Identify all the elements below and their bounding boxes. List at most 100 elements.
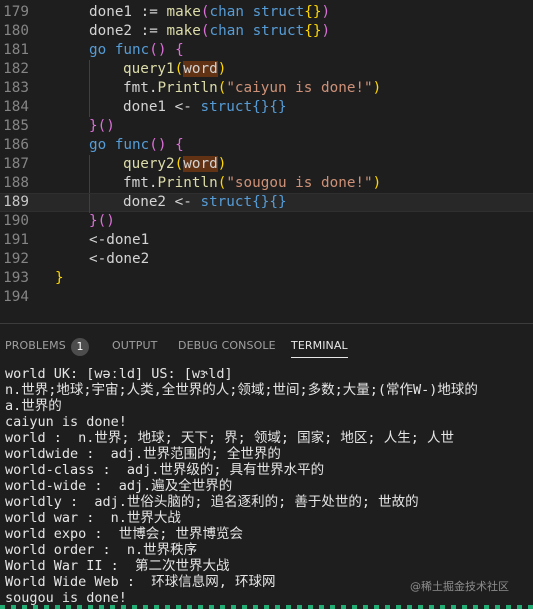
terminal-line: world expo : 世博会; 世界博览会 — [5, 526, 244, 542]
code-token: done1 := — [89, 4, 167, 20]
indent-guide — [89, 174, 90, 193]
code-token: "caiyun is done!" — [226, 80, 373, 96]
code-text: done2 <- struct{}{} — [123, 194, 287, 211]
code-token: Println — [157, 80, 218, 96]
indent-guide — [89, 79, 90, 98]
code-line[interactable]: 188 fmt.Println("sougou is done!") — [0, 174, 533, 193]
line-number: 185 — [3, 118, 29, 134]
code-line[interactable]: 193} — [0, 269, 533, 288]
code-token: () — [149, 42, 167, 58]
code-token: } — [89, 213, 98, 229]
code-line[interactable]: 190}() — [0, 212, 533, 231]
code-text: }() — [89, 212, 115, 231]
terminal-line: a.世界的 — [5, 398, 62, 414]
indent-guide — [89, 194, 90, 213]
terminal-line: worldwide : adj.世界范围的; 全世界的 — [5, 446, 281, 462]
code-line[interactable]: 183 fmt.Println("caiyun is done!") — [0, 79, 533, 98]
code-token: ( — [174, 61, 184, 77]
code-line[interactable]: 192 <-done2 — [0, 250, 533, 269]
code-token: fmt. — [123, 175, 158, 191]
code-text: go func() { — [89, 136, 184, 155]
terminal-line: World War II : 第二次世界大战 — [5, 558, 230, 574]
code-token: Println — [157, 175, 218, 191]
code-token: done1 <- — [123, 99, 201, 115]
code-line[interactable]: 189 done2 <- struct{}{} — [0, 193, 533, 213]
line-number: 183 — [3, 80, 29, 96]
code-text: fmt.Println("caiyun is done!") — [123, 79, 381, 98]
code-line[interactable]: 182 query1(word) — [0, 60, 533, 79]
code-text: query2(word) — [123, 155, 226, 174]
code-token: () — [97, 118, 115, 134]
line-number: 187 — [3, 156, 29, 172]
code-token: () — [97, 213, 115, 229]
code-token: ) — [372, 175, 382, 191]
code-token: func — [114, 42, 150, 58]
line-number: 180 — [3, 23, 29, 39]
line-number: 184 — [3, 99, 29, 115]
panel-tab-bar: PROBLEMS 1 OUTPUT DEBUG CONSOLE TERMINAL — [0, 323, 533, 368]
terminal-line: world war : n.世界大战 — [5, 510, 181, 526]
code-token: struct — [200, 194, 253, 210]
code-token: struct — [200, 99, 253, 115]
code-token: ) — [321, 23, 331, 39]
code-line[interactable]: 187 query2(word) — [0, 155, 533, 174]
code-text: query1(word) — [123, 60, 226, 79]
code-line[interactable]: 179 done1 := make(chan struct{}) — [0, 3, 533, 22]
terminal-line: worldly : adj.世俗头脑的; 追名逐利的; 善于处世的; 世故的 — [5, 494, 419, 510]
code-token: make — [166, 23, 201, 39]
code-token: ) — [217, 61, 227, 77]
terminal-line: world order : n.世界秩序 — [5, 542, 198, 558]
line-number: 181 — [3, 42, 29, 58]
code-line[interactable]: 191 <-done1 — [0, 231, 533, 250]
watermark: @稀土掘金技术社区 — [410, 580, 509, 593]
code-token: done2 <- — [123, 194, 201, 210]
code-line[interactable]: 185 }() — [0, 117, 533, 136]
code-token: ( — [174, 156, 184, 172]
vscode-window: 179 done1 := make(chan struct{}) 180 done2 … — [0, 0, 533, 609]
highlighted-word: word — [183, 61, 218, 77]
code-token: query1 — [123, 61, 175, 77]
code-token: <-done1 — [89, 232, 150, 248]
terminal-line: world UK: [wəːld] US: [wɝld] — [5, 366, 233, 382]
code-text: }() — [89, 117, 115, 136]
tab-output[interactable]: OUTPUT — [112, 338, 157, 354]
code-token: {}{} — [252, 194, 287, 210]
code-editor[interactable]: 179 done1 := make(chan struct{}) 180 done2 … — [0, 0, 533, 323]
tab-problems[interactable]: PROBLEMS — [5, 338, 66, 354]
line-number: 194 — [3, 289, 29, 305]
code-token: go — [89, 42, 107, 58]
terminal-line: n.世界;地球;宇宙;人类,全世界的人;领域;世间;多数;大量;(常作W-)地球… — [5, 382, 478, 398]
code-line[interactable]: 181 go func() { — [0, 41, 533, 60]
code-token: "sougou is done!" — [226, 175, 373, 191]
code-line[interactable]: 184 done1 <- struct{}{} — [0, 98, 533, 117]
code-token: go — [89, 137, 107, 153]
code-line[interactable]: 194 — [0, 288, 533, 307]
line-number: 186 — [3, 137, 29, 153]
code-token: func — [114, 137, 150, 153]
code-token: make — [166, 4, 201, 20]
code-text: done1 <- struct{}{} — [123, 98, 287, 117]
code-line[interactable]: 180 done2 := make(chan struct{}) — [0, 22, 533, 41]
code-line[interactable]: 186 go func() { — [0, 136, 533, 155]
line-number: 192 — [3, 251, 29, 267]
terminal-line: world : n.世界; 地球; 天下; 界; 领域; 国家; 地区; 人生;… — [5, 430, 454, 446]
code-token: chan — [209, 23, 244, 39]
terminal-line: caiyun is done! — [5, 414, 127, 430]
active-tab-indicator — [291, 357, 348, 358]
terminal-line: world-class : adj.世界级的; 具有世界水平的 — [5, 462, 325, 478]
code-text: fmt.Println("sougou is done!") — [123, 174, 381, 193]
code-token: done2 := — [89, 23, 167, 39]
terminal-output[interactable]: sougou is done! World Wide Web : 环球信息网, 环… — [0, 366, 533, 609]
line-number: 182 — [3, 61, 29, 77]
code-token: query2 — [123, 156, 175, 172]
tab-debug-console[interactable]: DEBUG CONSOLE — [178, 338, 276, 354]
code-text: <-done1 — [89, 231, 149, 250]
code-text: go func() { — [89, 41, 184, 60]
code-token: chan — [209, 4, 244, 20]
tab-terminal-label: TERMINAL — [291, 339, 348, 352]
tab-terminal[interactable]: TERMINAL — [291, 338, 348, 358]
code-token: struct — [252, 4, 305, 20]
